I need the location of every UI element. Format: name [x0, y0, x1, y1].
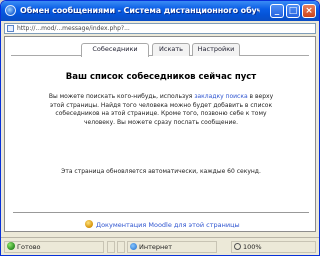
title-bar[interactable]: Обмен сообщениями - Система дистанционно… — [1, 1, 319, 21]
status-text: Готово — [17, 243, 41, 251]
app-icon — [5, 5, 16, 16]
help-icon — [85, 220, 93, 228]
message-text-1: Вы можете поискать кого-нибудь, использу… — [48, 93, 195, 100]
status-main: Готово — [4, 241, 104, 253]
zoom-control[interactable]: 100% — [231, 241, 316, 253]
tab-search[interactable]: Искать — [152, 43, 190, 56]
autorefresh-note: Эта страница обновляется автоматически, … — [61, 168, 261, 175]
browser-window: Обмен сообщениями - Система дистанционно… — [0, 0, 320, 256]
moodle-docs-link[interactable]: Документация Moodle для этой страницы — [85, 220, 245, 230]
status-bar: Готово Интернет 100% — [1, 237, 319, 255]
footer-divider — [13, 212, 309, 213]
maximize-button[interactable]: □ — [286, 4, 300, 18]
empty-list-message: Вы можете поискать кого-нибудь, использу… — [45, 93, 277, 127]
zoom-level: 100% — [243, 243, 262, 251]
page-content: Собеседники Искать Настройки Ваш список … — [4, 36, 316, 232]
globe-icon — [130, 243, 137, 250]
minimize-button[interactable]: _ — [270, 4, 284, 18]
moodle-docs-label: Документация Moodle для этой страницы — [96, 221, 240, 229]
window-title: Обмен сообщениями - Система дистанционно… — [20, 6, 260, 15]
page-heading: Ваш список собеседников сейчас пуст — [65, 72, 257, 82]
page-icon — [7, 25, 14, 32]
zoom-icon — [234, 243, 241, 250]
zone-label: Интернет — [139, 243, 173, 251]
status-panel-empty-1 — [107, 241, 115, 253]
address-bar[interactable]: http://...mod/...message/index.php?... — [4, 23, 316, 34]
close-button[interactable]: × — [302, 4, 316, 18]
tab-contacts[interactable]: Собеседники — [81, 43, 149, 57]
tab-settings[interactable]: Настройки — [192, 43, 240, 56]
address-url: http://...mod/...message/index.php?... — [17, 25, 130, 32]
status-panel-empty-2 — [117, 241, 125, 253]
status-zone: Интернет — [127, 241, 217, 253]
ie-icon — [7, 242, 15, 250]
search-tab-link[interactable]: закладку поиска — [194, 93, 247, 100]
